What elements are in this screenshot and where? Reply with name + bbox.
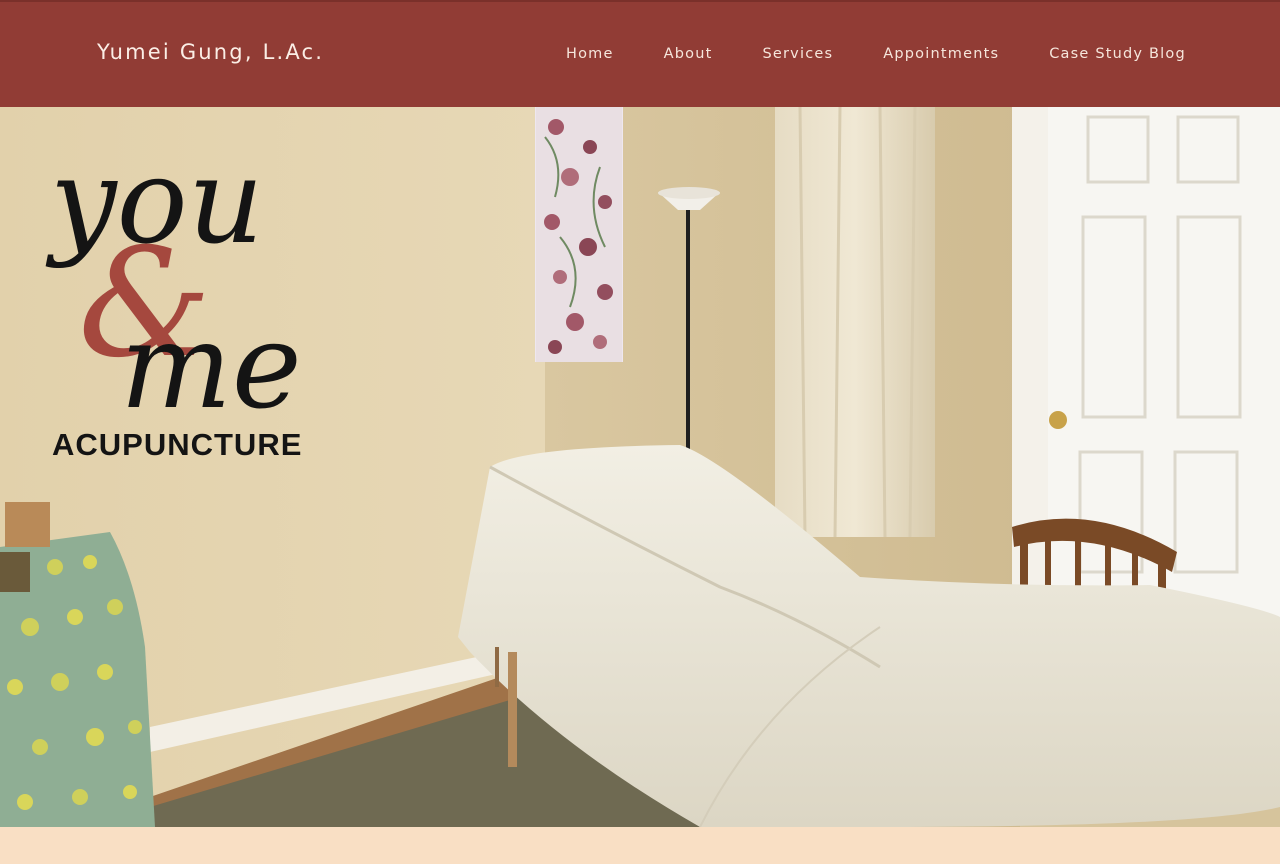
nav-item-appointments[interactable]: Appointments xyxy=(883,46,999,62)
floral-curtain xyxy=(536,107,622,362)
main-nav: Home About Services Appointments Case St… xyxy=(566,46,1186,62)
nav-item-about[interactable]: About xyxy=(664,46,713,62)
nav-item-case-study-blog[interactable]: Case Study Blog xyxy=(1049,46,1186,62)
site-title[interactable]: Yumei Gung, L.Ac. xyxy=(97,40,324,64)
hero-image: you & me ACUPUNCTURE xyxy=(0,107,1280,827)
treatment-room-photo: you & me ACUPUNCTURE xyxy=(0,107,1280,827)
nav-item-home[interactable]: Home xyxy=(566,46,614,62)
content-band xyxy=(0,827,1280,864)
site-header: Yumei Gung, L.Ac. Home About Services Ap… xyxy=(0,0,1280,107)
nav-item-services[interactable]: Services xyxy=(763,46,834,62)
logo-word-me: me xyxy=(120,297,302,435)
logo-tagline: ACUPUNCTURE xyxy=(52,427,302,462)
